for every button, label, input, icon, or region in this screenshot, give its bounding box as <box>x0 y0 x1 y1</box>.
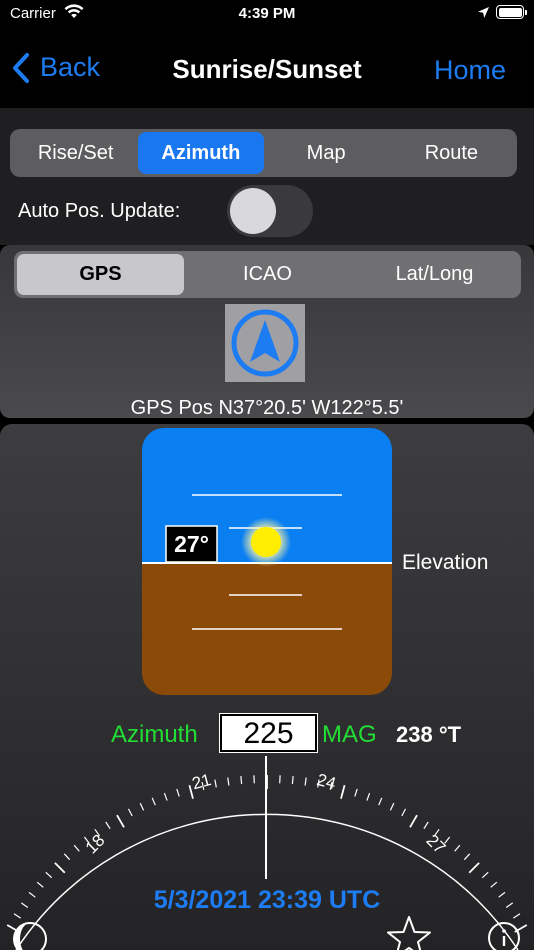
compass-tick <box>63 853 71 861</box>
status-bar: Carrier 4:39 PM <box>0 0 534 32</box>
compass-tick <box>105 821 111 830</box>
compass-tick <box>366 792 371 801</box>
azimuth-value: 225 <box>219 713 318 753</box>
position-source-panel: GPS ICAO Lat/Long GPS Pos N37°20.5' W122… <box>0 245 534 419</box>
compass-tick <box>354 788 358 797</box>
compass-tick <box>240 776 243 785</box>
battery-icon <box>496 5 524 19</box>
compass-tick <box>401 808 407 817</box>
home-button[interactable]: Home <box>434 55 506 86</box>
compass-tick <box>340 784 346 799</box>
compass-tick <box>214 779 217 788</box>
compass-tick <box>163 792 168 801</box>
location-arrow-icon <box>477 6 490 24</box>
elevation-value: 27° <box>174 531 209 557</box>
compass-label-27: 27 <box>422 831 449 858</box>
compass-tick <box>463 853 471 861</box>
tab-gps[interactable]: GPS <box>17 254 184 295</box>
moon-phase-icon[interactable] <box>13 922 47 950</box>
navigation-bar: Back Sunrise/Sunset Home <box>0 32 534 108</box>
tab-icao[interactable]: ICAO <box>184 254 351 295</box>
compass-tick <box>116 814 125 828</box>
compass-label-18: 18 <box>82 831 109 858</box>
mode-panel: Rise/Set Azimuth Map Route Auto Pos. Upd… <box>0 108 534 245</box>
auto-update-label: Auto Pos. Update: <box>18 200 181 222</box>
compass-tick <box>291 776 294 785</box>
compass-label-21: 21 <box>190 770 213 793</box>
tab-lat-long[interactable]: Lat/Long <box>351 254 518 295</box>
gps-locate-button[interactable] <box>225 304 305 382</box>
compass-label-24: 24 <box>315 770 338 793</box>
sun-display: 27° 18 21 24 27 <box>6 428 528 950</box>
source-segmented-control: GPS ICAO Lat/Long <box>14 251 521 298</box>
true-azimuth-value: 238 °T <box>396 722 462 747</box>
compass-tick <box>409 814 418 828</box>
compass-tick <box>378 797 383 806</box>
compass-tick <box>304 777 307 786</box>
compass-tick <box>454 844 461 852</box>
tab-route[interactable]: Route <box>389 132 514 174</box>
tab-rise-set[interactable]: Rise/Set <box>13 132 138 174</box>
elevation-label: Elevation <box>402 551 489 574</box>
azimuth-readout: Azimuth 225 MAG 238 °T <box>0 713 534 754</box>
compass-tick <box>45 871 53 879</box>
azimuth-label: Azimuth <box>111 721 198 748</box>
compass-tick <box>481 871 489 879</box>
compass-dial: 18 21 24 27 <box>6 756 528 950</box>
compass-tick <box>127 808 133 817</box>
azimuth-panel: 27° 18 21 24 27 Elevation Azimuth 225 MA… <box>0 424 534 950</box>
status-time: 4:39 PM <box>238 5 296 22</box>
compass-tick <box>389 802 395 811</box>
datetime-text: 5/3/2021 23:39 UTC <box>153 886 381 914</box>
compass-tick <box>54 862 66 874</box>
compass-tick <box>139 802 145 811</box>
star-icon[interactable] <box>387 916 431 950</box>
compass-tick <box>176 788 180 797</box>
mode-segmented-control: Rise/Set Azimuth Map Route <box>10 129 517 177</box>
gps-navigation-icon <box>231 309 299 377</box>
compass-tick <box>423 821 429 830</box>
gps-position-text: GPS Pos N37°20.5' W122°5.5' <box>130 397 404 419</box>
toggle-knob <box>230 188 276 234</box>
compass-tick <box>468 862 480 874</box>
sun-icon <box>241 517 291 567</box>
compass-tick <box>73 844 80 852</box>
tab-azimuth[interactable]: Azimuth <box>138 132 264 174</box>
auto-update-toggle[interactable] <box>227 185 313 237</box>
compass-tick <box>227 777 230 786</box>
tab-map[interactable]: Map <box>264 132 389 174</box>
compass-tick <box>151 797 156 806</box>
mag-label: MAG <box>322 721 377 748</box>
